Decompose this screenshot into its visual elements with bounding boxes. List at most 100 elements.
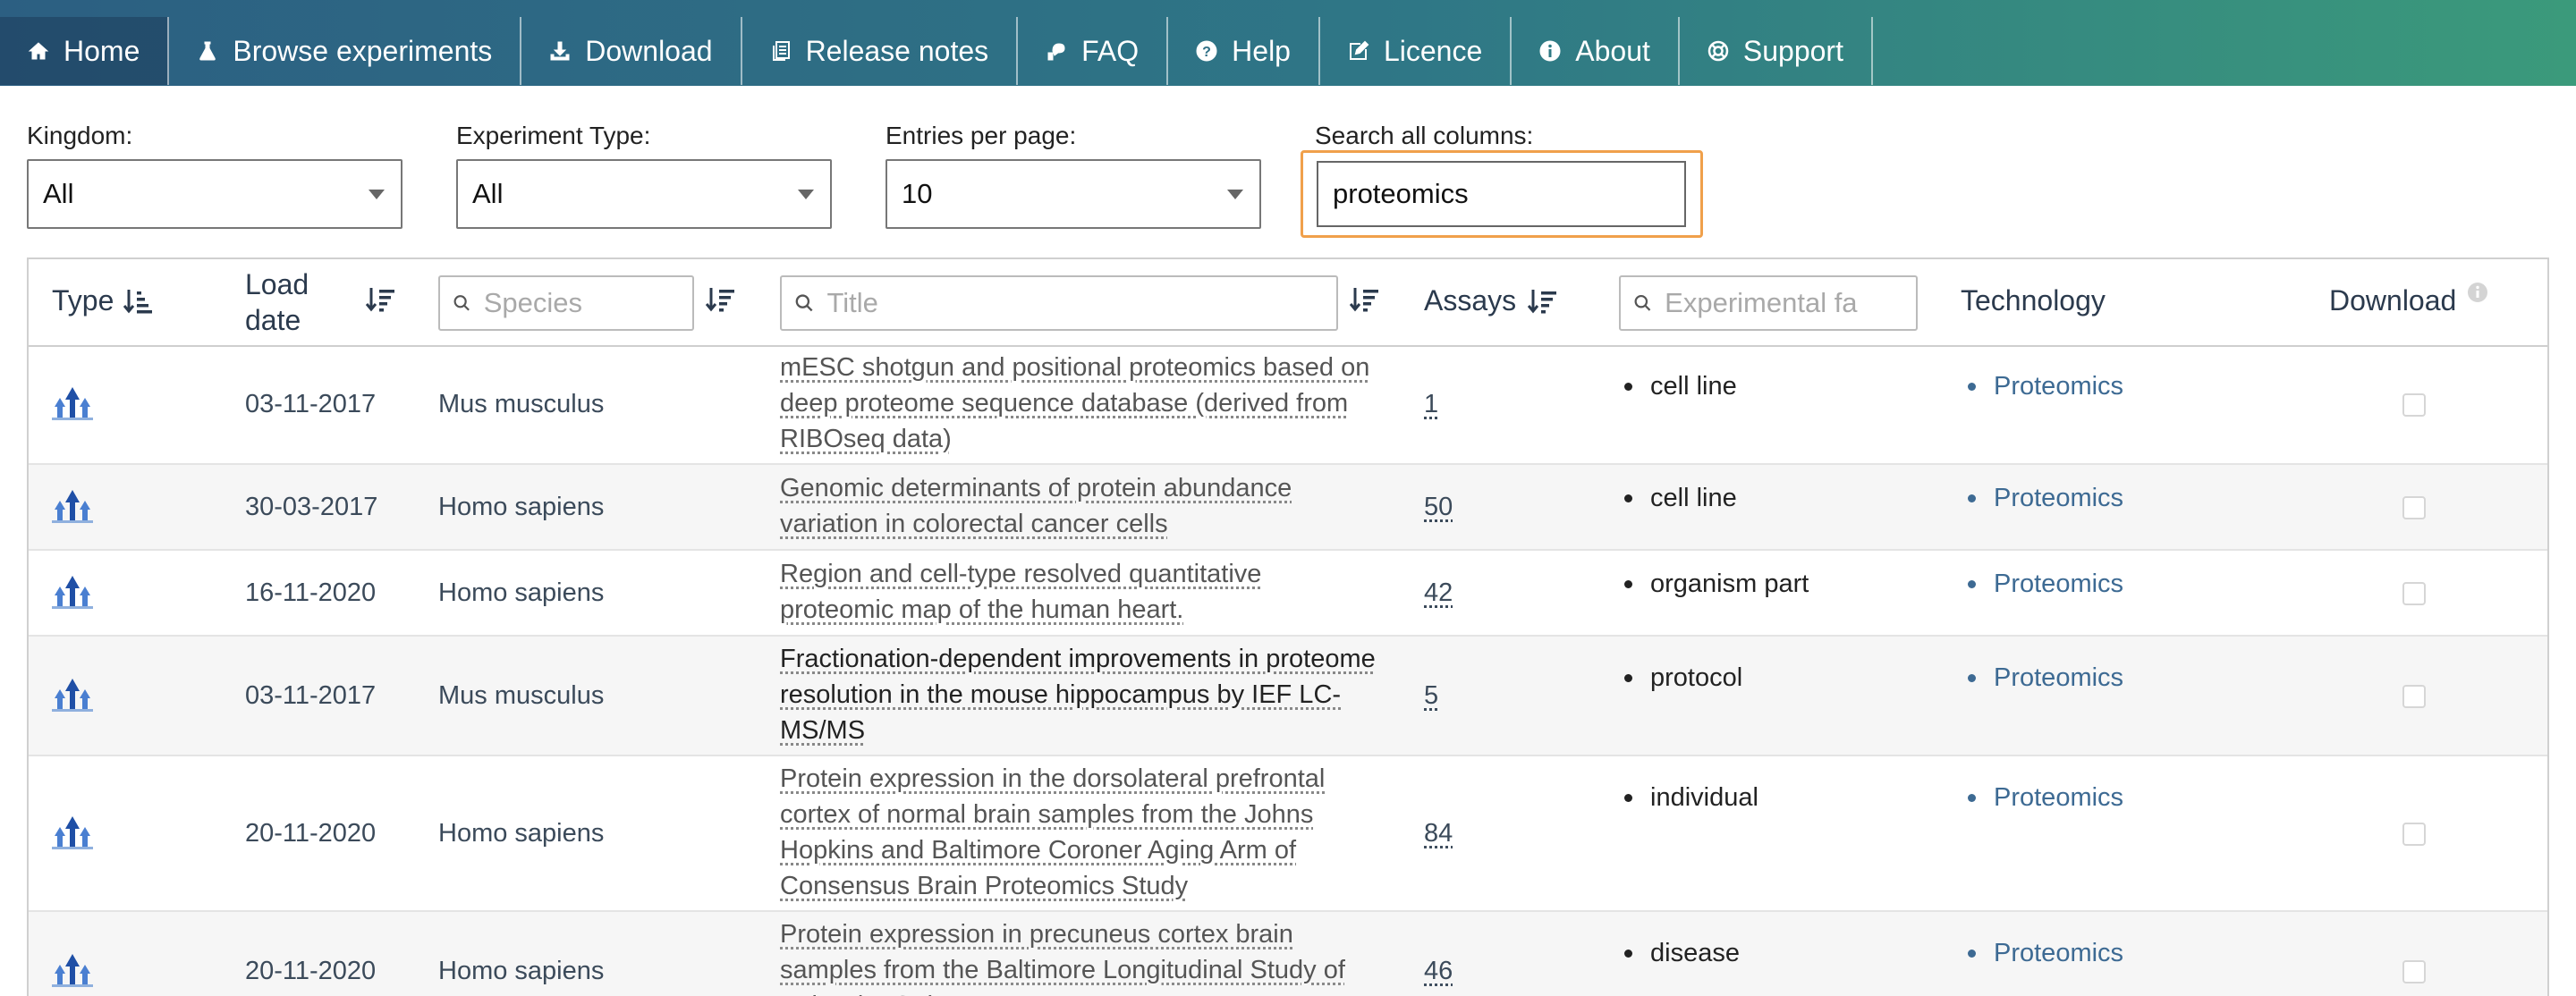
experiment-title-link[interactable]: Protein expression in the dorsolateral p… bbox=[780, 761, 1397, 904]
experiment-title-link[interactable]: Fractionation-dependent improvements in … bbox=[780, 641, 1397, 748]
nav-release-notes[interactable]: Release notes bbox=[742, 17, 1019, 85]
nav-label: Support bbox=[1742, 34, 1843, 67]
table-row: 30-03-2017 Homo sapiens Genomic determinan… bbox=[29, 465, 2547, 551]
assays-link[interactable]: 42 bbox=[1424, 578, 1453, 608]
title-filter-input[interactable] bbox=[825, 286, 1336, 320]
experiment-title-link[interactable]: Protein expression in precuneus cortex b… bbox=[780, 916, 1397, 996]
technology-text: Proteomics bbox=[1994, 663, 2124, 692]
entries-per-page-value: 10 bbox=[902, 178, 933, 209]
nav-browse-experiments[interactable]: Browse experiments bbox=[169, 17, 522, 85]
nav-download[interactable]: Download bbox=[521, 17, 742, 85]
load-date-cell: 16-11-2020 bbox=[245, 578, 377, 607]
title-line: Protein expression in the dorsolateral p… bbox=[780, 764, 1326, 793]
experimental-factor-item: individual bbox=[1624, 783, 1758, 813]
experiment-type-label: Experiment Type: bbox=[456, 122, 651, 149]
header-type-label: Type bbox=[52, 284, 114, 317]
home-icon bbox=[28, 40, 49, 62]
edit-icon bbox=[1348, 40, 1369, 62]
header-type[interactable]: Type bbox=[52, 284, 153, 317]
search-focus-highlight bbox=[1301, 150, 1703, 238]
faq-icon bbox=[1046, 40, 1067, 62]
kingdom-select[interactable]: All bbox=[27, 159, 402, 229]
header-technology: Technology bbox=[1961, 284, 2106, 317]
load-date-cell: 20-11-2020 bbox=[245, 957, 377, 985]
experimental-factor-item: cell line bbox=[1624, 372, 1737, 401]
experiment-title-link[interactable]: Genomic determinants of protein abundanc… bbox=[780, 470, 1397, 542]
nav-about[interactable]: About bbox=[1512, 17, 1680, 85]
nav-help[interactable]: ? Help bbox=[1168, 17, 1320, 85]
title-filter[interactable] bbox=[780, 275, 1338, 331]
experimental-factors-filter-input[interactable] bbox=[1663, 286, 1916, 320]
download-checkbox[interactable] bbox=[2402, 393, 2426, 417]
experimental-factors-filter[interactable] bbox=[1619, 275, 1918, 331]
nav-support[interactable]: Support bbox=[1680, 17, 1873, 85]
bullet-dot bbox=[1624, 674, 1632, 682]
technology-item: Proteomics bbox=[1968, 372, 2123, 401]
assays-link[interactable]: 1 bbox=[1424, 390, 1438, 419]
title-line: cortex of normal brain samples from the … bbox=[780, 800, 1314, 829]
species-filter-input[interactable] bbox=[481, 286, 692, 320]
entries-per-page-select[interactable]: 10 bbox=[886, 159, 1261, 229]
species-cell: Homo sapiens bbox=[438, 493, 605, 521]
proteomics-type-icon bbox=[50, 952, 95, 988]
title-line: resolution in the mouse hippocampus by I… bbox=[780, 680, 1342, 709]
nav-label: FAQ bbox=[1081, 34, 1140, 67]
bullet-dot bbox=[1624, 383, 1632, 391]
assays-link[interactable]: 84 bbox=[1424, 819, 1453, 848]
bullet-dot bbox=[1624, 580, 1632, 588]
header-download: Download bbox=[2329, 282, 2488, 317]
nav-home[interactable]: Home bbox=[0, 17, 170, 85]
assays-link[interactable]: 5 bbox=[1424, 681, 1438, 711]
technology-text: Proteomics bbox=[1994, 484, 2124, 512]
experimental-factor-item: cell line bbox=[1624, 484, 1737, 513]
sort-desc-icon[interactable] bbox=[365, 284, 395, 315]
entries-per-page-label: Entries per page: bbox=[886, 122, 1077, 149]
title-line: proteomic map of the human heart. bbox=[780, 595, 1184, 624]
experimental-factor-item: protocol bbox=[1624, 663, 1742, 693]
title-line: Fractionation-dependent improvements in … bbox=[780, 645, 1376, 673]
nav-label: Home bbox=[64, 34, 140, 67]
header-load-date-label: Load date bbox=[245, 268, 309, 336]
download-checkbox[interactable] bbox=[2402, 685, 2426, 708]
bullet-dot bbox=[1624, 950, 1632, 958]
title-line: samples from the Baltimore Longitudinal … bbox=[780, 956, 1345, 984]
info-icon[interactable] bbox=[2467, 282, 2488, 303]
bullet-dot bbox=[1968, 674, 1976, 682]
nav-faq[interactable]: FAQ bbox=[1018, 17, 1169, 85]
download-checkbox[interactable] bbox=[2402, 960, 2426, 983]
title-line: MS/MS bbox=[780, 716, 866, 745]
download-checkbox[interactable] bbox=[2402, 496, 2426, 519]
search-icon bbox=[795, 294, 813, 312]
species-filter[interactable] bbox=[438, 275, 694, 331]
nav-label: Browse experiments bbox=[233, 34, 493, 67]
title-line: Hopkins and Baltimore Coroner Aging Arm … bbox=[780, 836, 1297, 865]
experimental-factor-text: protocol bbox=[1650, 663, 1743, 692]
sort-desc-icon[interactable] bbox=[705, 284, 735, 315]
nav-licence[interactable]: Licence bbox=[1320, 17, 1513, 85]
technology-text: Proteomics bbox=[1994, 783, 2124, 812]
experiment-type-select[interactable]: All bbox=[456, 159, 832, 229]
download-checkbox[interactable] bbox=[2402, 823, 2426, 846]
chevron-down-icon bbox=[798, 190, 814, 199]
title-line: Region and cell-type resolved quantitati… bbox=[780, 560, 1262, 588]
experimental-factor-text: organism part bbox=[1650, 570, 1809, 598]
header-assays[interactable]: Assays bbox=[1424, 284, 1557, 317]
assays-link[interactable]: 46 bbox=[1424, 957, 1453, 986]
proteomics-type-icon bbox=[50, 574, 95, 610]
bullet-dot bbox=[1968, 383, 1976, 391]
experiment-title-link[interactable]: mESC shotgun and positional proteomics b… bbox=[780, 350, 1397, 457]
load-date-cell: 30-03-2017 bbox=[245, 493, 378, 521]
bullet-dot bbox=[1968, 950, 1976, 958]
search-all-input[interactable] bbox=[1317, 161, 1686, 227]
header-load-date[interactable]: Load date bbox=[245, 266, 326, 338]
sort-desc-icon[interactable] bbox=[1349, 284, 1379, 315]
title-line: Consensus Brain Proteomics Study bbox=[780, 872, 1189, 900]
sort-desc-icon bbox=[1527, 289, 1557, 313]
search-icon bbox=[453, 295, 470, 311]
title-line: deep proteome sequence database (derived… bbox=[780, 389, 1349, 418]
experiment-title-link[interactable]: Region and cell-type resolved quantitati… bbox=[780, 556, 1397, 628]
nav-label: Help bbox=[1232, 34, 1291, 67]
download-checkbox[interactable] bbox=[2402, 582, 2426, 605]
assays-link[interactable]: 50 bbox=[1424, 493, 1453, 522]
flask-icon bbox=[197, 40, 218, 62]
